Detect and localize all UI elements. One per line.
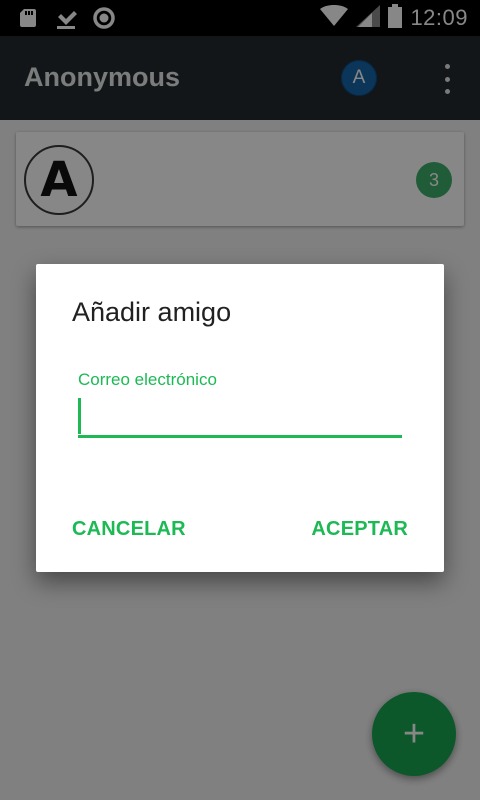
email-field[interactable] <box>78 398 402 438</box>
dialog-title: Añadir amigo <box>72 297 232 327</box>
email-field-label: Correo electrónico <box>78 370 217 389</box>
accept-button[interactable]: ACEPTAR <box>311 518 408 541</box>
cancel-button[interactable]: CANCELAR <box>72 518 186 541</box>
text-cursor <box>78 398 81 434</box>
add-friend-dialog: Añadir amigo Correo electrónico CANCELAR… <box>36 264 444 572</box>
